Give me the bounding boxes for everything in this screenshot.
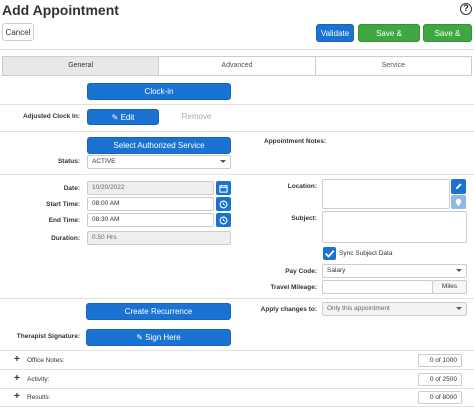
pay-code-value: Salary [327, 267, 346, 274]
results-counter: 0 of 8000 [418, 391, 462, 404]
location-input[interactable] [322, 179, 450, 209]
location-label: Location: [287, 183, 317, 190]
sync-subject-checkbox[interactable] [323, 247, 336, 260]
plus-icon[interactable]: + [14, 392, 20, 402]
calendar-icon[interactable] [216, 181, 231, 195]
sync-subject-label: Sync Subject Data [339, 250, 393, 257]
chevron-down-icon [456, 269, 462, 272]
pay-code-label: Pay Code: [285, 268, 317, 275]
status-value: ACTIVE [92, 158, 116, 165]
map-pin-icon[interactable] [451, 195, 466, 209]
tab-general[interactable]: General [3, 57, 160, 75]
appointment-notes-label: Appointment Notes: [264, 138, 327, 145]
page-title: Add Appointment [2, 2, 119, 18]
travel-mileage-label: Travel Mileage: [270, 284, 317, 291]
divider [0, 104, 474, 105]
date-field[interactable]: 10/20/2022 [87, 181, 214, 195]
divider [0, 350, 474, 351]
save-close-button[interactable]: Save & Close [423, 24, 472, 56]
end-time-field[interactable]: 08:30 AM [87, 213, 214, 227]
help-circle-icon[interactable]: ? [460, 3, 472, 15]
clock-in-button[interactable]: Clock-in [87, 83, 231, 100]
start-time-field[interactable]: 08:00 AM [87, 197, 214, 211]
divider [0, 49, 474, 50]
apply-changes-value: Only this appointment [327, 305, 390, 312]
sign-here-label: Sign Here [145, 333, 181, 342]
divider [0, 406, 474, 407]
divider [0, 174, 474, 175]
save-continue-button[interactable]: Save & Continue [358, 24, 420, 56]
tab-advanced[interactable]: Advanced [159, 57, 316, 75]
accordion-results[interactable]: + Results: 0 of 8000 [2, 389, 472, 406]
divider [0, 369, 474, 370]
select-authorized-service-button[interactable]: Select Authorized Service [87, 137, 231, 154]
apply-changes-label: Apply changes to: [260, 306, 317, 313]
validate-button[interactable]: Validate [316, 24, 354, 42]
cancel-button[interactable]: Cancel [2, 23, 34, 41]
accordion-office-notes[interactable]: + Office Notes: 0 of 1000 [2, 352, 472, 369]
clock-icon[interactable] [216, 213, 231, 227]
duration-field: 0.50 Hrs [87, 231, 231, 245]
status-select[interactable]: ACTIVE [87, 155, 231, 169]
clock-icon[interactable] [216, 197, 231, 211]
office-notes-counter: 0 of 1000 [418, 354, 462, 367]
plus-icon[interactable]: + [14, 355, 20, 365]
edit-label: Edit [120, 113, 135, 122]
subject-input[interactable] [322, 211, 467, 243]
duration-label: Duration: [51, 235, 80, 242]
activity-counter: 0 of 2500 [418, 373, 462, 386]
travel-mileage-input[interactable] [322, 280, 433, 294]
divider [0, 131, 474, 132]
therapist-signature-label: Therapist Signature: [16, 333, 80, 340]
miles-unit: Miles [432, 280, 467, 294]
pencil-icon: ✎ [111, 113, 119, 122]
tab-bar: General Advanced Service [2, 56, 472, 76]
chevron-down-icon [220, 160, 226, 163]
accordion-activity[interactable]: + Activity: 0 of 2500 [2, 371, 472, 388]
chevron-down-icon [456, 307, 462, 310]
sign-here-button[interactable]: ✎ Sign Here [86, 329, 231, 346]
divider [0, 298, 474, 299]
start-time-label: Start Time: [46, 201, 80, 208]
apply-changes-select[interactable]: Only this appointment [322, 302, 467, 316]
end-time-label: End Time: [48, 217, 80, 224]
adjusted-clock-in-label: Adjusted Clock In: [22, 113, 80, 120]
pencil-icon: ✎ [136, 333, 143, 342]
date-label: Date: [63, 185, 80, 192]
activity-label: Activity: [27, 376, 50, 383]
plus-icon[interactable]: + [14, 374, 20, 384]
pencil-icon[interactable] [451, 179, 466, 194]
office-notes-label: Office Notes: [27, 357, 65, 364]
tab-service[interactable]: Service [316, 57, 471, 75]
remove-button[interactable]: Remove [162, 109, 231, 125]
pay-code-select[interactable]: Salary [322, 264, 467, 278]
status-label: Status: [57, 158, 80, 165]
edit-button[interactable]: ✎ Edit [87, 109, 159, 125]
create-recurrence-button[interactable]: Create Recurrence [86, 303, 231, 320]
results-label: Results: [27, 394, 51, 401]
subject-label: Subject: [291, 215, 317, 222]
